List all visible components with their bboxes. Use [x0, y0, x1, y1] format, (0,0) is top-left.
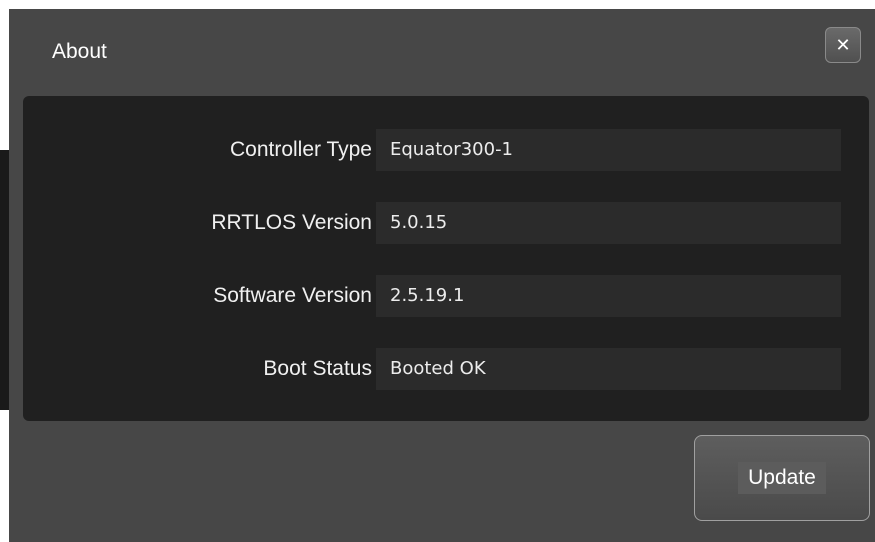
controller-type-value: Equator300-1 — [376, 129, 841, 171]
update-button-label: Update — [738, 462, 826, 494]
rrtlos-version-row: RRTLOS Version 5.0.15 — [23, 202, 869, 244]
info-panel: Controller Type Equator300-1 RRTLOS Vers… — [23, 96, 869, 421]
close-button[interactable]: ✕ — [825, 27, 861, 63]
close-icon: ✕ — [835, 34, 851, 56]
software-version-label: Software Version — [213, 284, 372, 307]
boot-status-row: Boot Status Booted OK — [23, 348, 869, 390]
background-window-edge — [0, 150, 9, 410]
update-button[interactable]: Update — [694, 435, 870, 521]
about-dialog: About ✕ Controller Type Equator300-1 RRT… — [9, 9, 875, 542]
rrtlos-version-label: RRTLOS Version — [211, 211, 372, 234]
software-version-row: Software Version 2.5.19.1 — [23, 275, 869, 317]
controller-type-row: Controller Type Equator300-1 — [23, 129, 869, 171]
boot-status-label: Boot Status — [263, 357, 372, 380]
software-version-value: 2.5.19.1 — [376, 275, 841, 317]
controller-type-label: Controller Type — [229, 138, 372, 161]
rrtlos-version-value: 5.0.15 — [376, 202, 841, 244]
dialog-title: About — [52, 40, 107, 63]
boot-status-value: Booted OK — [376, 348, 841, 390]
